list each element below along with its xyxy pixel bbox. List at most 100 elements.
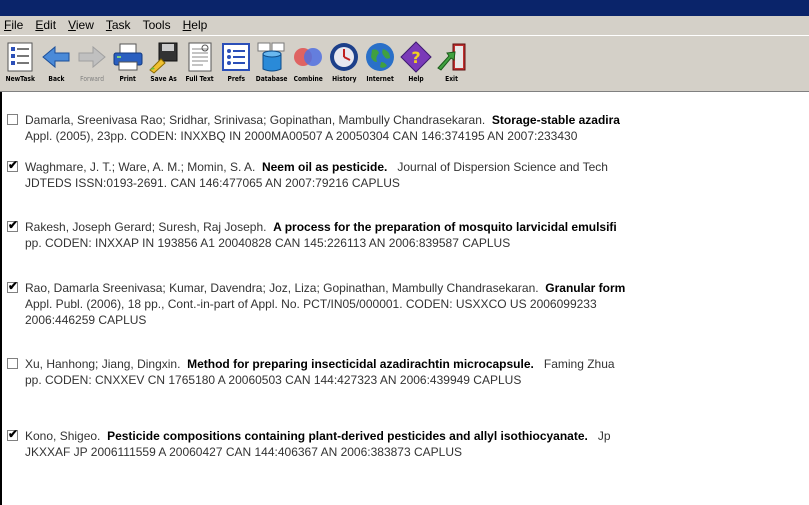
record-authors: Kono, Shigeo. [25, 429, 101, 443]
new-task-label: NewTask [5, 75, 35, 83]
globe-icon [363, 40, 397, 74]
window-title-bar [0, 0, 809, 16]
record-source: Faming Zhua [543, 357, 615, 371]
record-checkbox[interactable] [7, 358, 18, 369]
back-label: Back [47, 75, 65, 83]
record-line1: Kono, Shigeo. Pesticide compositions con… [25, 428, 611, 444]
record-text: Xu, Hanhong; Jiang, Dingxin. Method for … [25, 356, 615, 388]
menu-task[interactable]: Task [100, 16, 137, 35]
record-text: Rao, Damarla Sreenivasa; Kumar, Davendra… [25, 280, 625, 328]
record-line1: Rao, Damarla Sreenivasa; Kumar, Davendra… [25, 280, 625, 296]
record-checkbox[interactable]: ✔ [7, 218, 19, 232]
record-line2: pp. CODEN: INXXAP IN 193856 A1 20040828 … [25, 236, 511, 250]
record-checkbox[interactable]: ✔ [7, 279, 19, 293]
forward-button[interactable]: Forward [74, 40, 110, 90]
internet-button[interactable]: Internet [362, 40, 398, 90]
record-line2: JDTEDS ISSN:0193-2691. CAN 146:477065 AN… [25, 176, 400, 190]
record-title: Granular form [545, 281, 626, 295]
record-line2: Appl. (2005), 23pp. CODEN: INXXBQ IN 200… [25, 129, 578, 143]
combine-label: Combine [293, 75, 323, 83]
save-as-icon [147, 40, 181, 74]
svg-text:?: ? [411, 48, 420, 67]
combine-icon [291, 40, 325, 74]
back-button[interactable]: Back [38, 40, 74, 90]
record-title: A process for the preparation of mosquit… [273, 220, 617, 234]
checkmark-icon: ✔ [8, 279, 19, 293]
record-authors: Waghmare, J. T.; Ware, A. M.; Momin, S. … [25, 160, 256, 174]
record-source: Jp [597, 429, 611, 443]
record-line1: Damarla, Sreenivasa Rao; Sridhar, Sriniv… [25, 112, 620, 128]
database-label: Database [256, 75, 288, 83]
menu-tools-label: ols [155, 18, 171, 32]
prefs-icon [219, 40, 253, 74]
history-icon [327, 40, 361, 74]
record-line1: Rakesh, Joseph Gerard; Suresh, Raj Josep… [25, 219, 617, 235]
internet-label: Internet [366, 75, 394, 83]
record-checkbox[interactable]: ✔ [7, 427, 19, 441]
checkmark-icon: ✔ [8, 218, 19, 232]
database-icon [255, 40, 289, 74]
checkmark-icon: ✔ [8, 427, 19, 441]
help-icon: ? [399, 40, 433, 74]
record-authors: Rakesh, Joseph Gerard; Suresh, Raj Josep… [25, 220, 267, 234]
left-border [0, 92, 2, 505]
record-authors: Xu, Hanhong; Jiang, Dingxin. [25, 357, 181, 371]
back-arrow-icon [39, 40, 73, 74]
record-authors: Rao, Damarla Sreenivasa; Kumar, Davendra… [25, 281, 539, 295]
record-text: Damarla, Sreenivasa Rao; Sridhar, Sriniv… [25, 112, 620, 144]
exit-button[interactable]: Exit [434, 40, 470, 90]
printer-icon [111, 40, 145, 74]
menu-task-label: ask [111, 18, 131, 32]
menu-help-label: elp [191, 18, 208, 32]
full-text-icon [183, 40, 217, 74]
record-line2: JKXXAF JP 2006111559 A 20060427 CAN 144:… [25, 445, 462, 459]
menu-edit-label: dit [43, 18, 57, 32]
menu-file-label: ile [11, 18, 24, 32]
new-task-icon [3, 40, 37, 74]
menu-file[interactable]: File [0, 16, 29, 35]
menu-help-accel: H [182, 18, 192, 32]
history-button[interactable]: History [326, 40, 362, 90]
help-button[interactable]: ? Help [398, 40, 434, 90]
menu-view[interactable]: View [62, 16, 100, 35]
record-text: Kono, Shigeo. Pesticide compositions con… [25, 428, 611, 460]
record-line2: pp. CODEN: CNXXEV CN 1765180 A 20060503 … [25, 373, 522, 387]
forward-arrow-icon [75, 40, 109, 74]
history-label: History [331, 75, 357, 83]
menu-view-accel: V [68, 18, 76, 32]
print-button[interactable]: Print [110, 40, 146, 90]
menu-edit[interactable]: Edit [29, 16, 62, 35]
new-task-button[interactable]: NewTask [2, 40, 38, 90]
record-line2: Appl. Publ. (2006), 18 pp., Cont.-in-par… [25, 297, 597, 311]
exit-label: Exit [445, 75, 459, 83]
record-title: Method for preparing insecticidal azadir… [187, 357, 534, 371]
record-title: Pesticide compositions containing plant-… [107, 429, 588, 443]
record-title: Neem oil as pesticide. [261, 160, 388, 174]
record-line1: Waghmare, J. T.; Ware, A. M.; Momin, S. … [25, 159, 608, 175]
full-text-button[interactable]: Full Text [182, 40, 218, 90]
combine-button[interactable]: Combine [290, 40, 326, 90]
save-as-label: Save As [150, 75, 178, 83]
help-label: Help [408, 75, 424, 83]
record-checkbox[interactable] [7, 114, 18, 125]
record-source: Journal of Dispersion Science and Tech [397, 160, 608, 174]
checkmark-icon: ✔ [8, 158, 19, 172]
prefs-button[interactable]: Prefs [218, 40, 254, 90]
record-authors: Damarla, Sreenivasa Rao; Sridhar, Sriniv… [25, 113, 486, 127]
menu-bar: File Edit View Task Tools Help [0, 16, 809, 35]
results-list: Damarla, Sreenivasa Rao; Sridhar, Sriniv… [0, 92, 809, 505]
database-button[interactable]: Database [254, 40, 290, 90]
menu-tools-accel: To [142, 18, 156, 32]
menu-help[interactable]: Help [177, 16, 214, 35]
save-as-button[interactable]: Save As [146, 40, 182, 90]
record-line3: 2006:446259 CAPLUS [25, 313, 147, 327]
print-label: Print [119, 75, 137, 83]
prefs-label: Prefs [227, 75, 245, 83]
record-checkbox[interactable]: ✔ [7, 158, 19, 172]
record-text: Waghmare, J. T.; Ware, A. M.; Momin, S. … [25, 159, 608, 191]
record-title: Storage-stable azadira [491, 113, 620, 127]
menu-tools[interactable]: Tools [137, 16, 177, 35]
menu-view-label: iew [75, 18, 94, 32]
record-text: Rakesh, Joseph Gerard; Suresh, Raj Josep… [25, 219, 617, 251]
record-line1: Xu, Hanhong; Jiang, Dingxin. Method for … [25, 356, 615, 372]
